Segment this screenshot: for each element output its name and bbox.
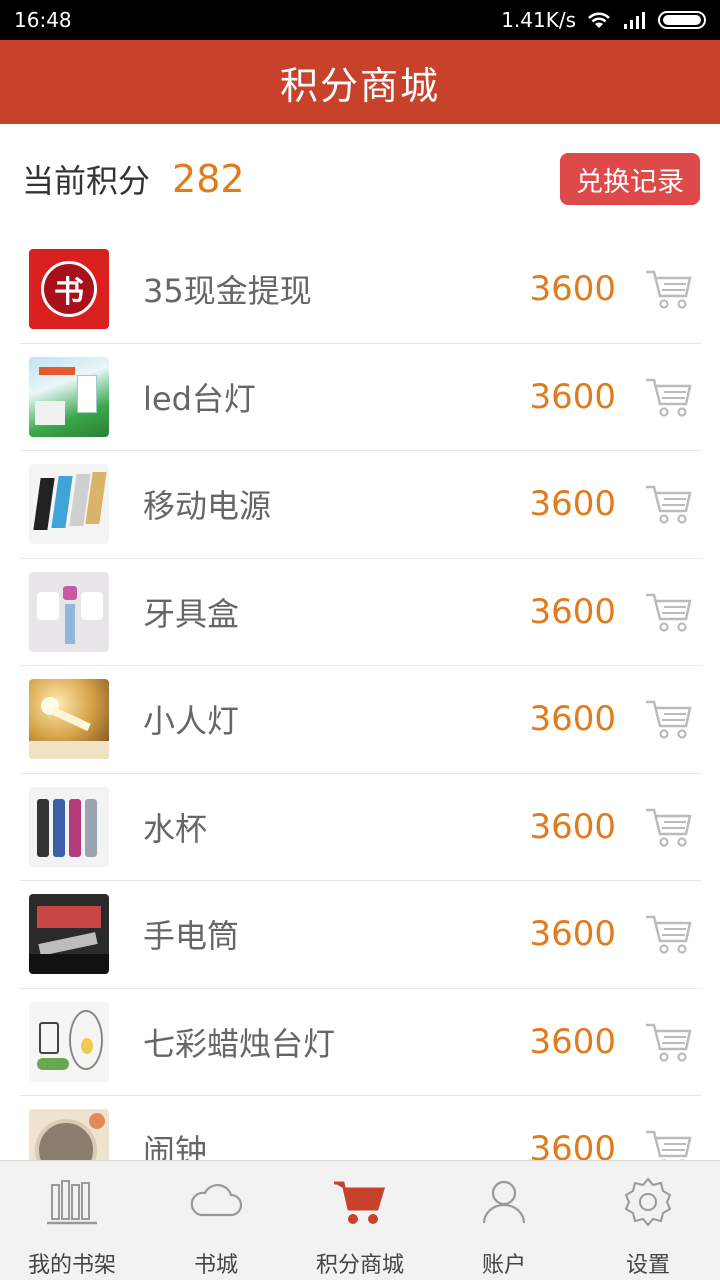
add-to-cart-icon[interactable] xyxy=(642,1015,696,1069)
product-price: 3600 xyxy=(529,376,616,417)
product-row[interactable]: 手电筒 3600 xyxy=(20,881,702,989)
product-row[interactable]: 牙具盒 3600 xyxy=(20,559,702,666)
add-to-cart-icon[interactable] xyxy=(642,370,696,424)
add-to-cart-icon[interactable] xyxy=(642,262,696,316)
figure-lamp-photo xyxy=(29,679,109,760)
product-name: 小人灯 xyxy=(143,702,240,741)
product-price: 3600 xyxy=(529,484,616,525)
product-row[interactable]: 七彩蜡烛台灯 3600 xyxy=(20,989,702,1096)
wifi-icon xyxy=(588,12,610,28)
product-price: 3600 xyxy=(529,1129,616,1160)
network-speed: 1.41K/s xyxy=(501,8,576,32)
battery-icon xyxy=(658,11,706,29)
cart-icon xyxy=(334,1181,386,1224)
alarm-clock-photo xyxy=(29,1109,109,1160)
status-time: 16:48 xyxy=(14,8,72,32)
water-bottle-photo xyxy=(29,786,109,867)
product-name: 水杯 xyxy=(143,809,208,848)
product-name: 七彩蜡烛台灯 xyxy=(143,1024,336,1063)
product-name: 牙具盒 xyxy=(143,594,240,633)
status-bar: 16:48 1.41K/s xyxy=(0,0,720,40)
power-bank-photo xyxy=(29,464,109,545)
tab-label: 积分商城 xyxy=(315,1253,404,1278)
product-row[interactable]: 移动电源 3600 xyxy=(20,451,702,559)
product-name: 移动电源 xyxy=(143,487,272,526)
tab-bookstore[interactable]: 书城 xyxy=(144,1161,288,1280)
signal-icon xyxy=(624,12,645,29)
product-list: 书 35现金提现 3600 led台灯 3600 移动电源 3600 牙具盒 3… xyxy=(20,236,702,1160)
app-header: 积分商城 xyxy=(0,40,720,124)
add-to-cart-icon[interactable] xyxy=(642,585,696,639)
bookshelf-icon xyxy=(47,1180,97,1225)
book-app-logo: 书 xyxy=(29,249,109,330)
points-summary: 当前积分 282 兑换记录 xyxy=(0,124,720,234)
bottom-tab-bar: 我的书架 书城 积分商城 账户 设置 xyxy=(0,1160,720,1280)
add-to-cart-icon[interactable] xyxy=(642,692,696,746)
led-lamp-photo xyxy=(29,356,109,437)
add-to-cart-icon[interactable] xyxy=(642,1122,696,1160)
product-price: 3600 xyxy=(529,806,616,847)
product-row[interactable]: 书 35现金提现 3600 xyxy=(20,236,702,344)
product-name: led台灯 xyxy=(143,379,256,418)
logo-char: 书 xyxy=(54,275,84,311)
product-row[interactable]: 小人灯 3600 xyxy=(20,666,702,774)
status-indicators: 1.41K/s xyxy=(501,8,706,32)
tab-settings[interactable]: 设置 xyxy=(576,1161,720,1280)
product-price: 3600 xyxy=(529,269,616,310)
points-value: 282 xyxy=(172,157,245,201)
tab-bookshelf[interactable]: 我的书架 xyxy=(0,1161,144,1280)
tab-label: 我的书架 xyxy=(27,1253,116,1278)
add-to-cart-icon[interactable] xyxy=(642,477,696,531)
toothbrush-box-photo xyxy=(29,571,109,652)
add-to-cart-icon[interactable] xyxy=(642,907,696,961)
flashlight-photo xyxy=(29,894,109,975)
tab-label: 书城 xyxy=(193,1253,238,1278)
candle-lamp-photo xyxy=(29,1001,109,1082)
product-price: 3600 xyxy=(529,591,616,632)
tab-account[interactable]: 账户 xyxy=(432,1161,576,1280)
product-price: 3600 xyxy=(529,699,616,740)
gear-icon xyxy=(624,1177,672,1227)
product-name: 手电筒 xyxy=(143,917,240,956)
exchange-history-button[interactable]: 兑换记录 xyxy=(560,153,700,205)
product-price: 3600 xyxy=(529,914,616,955)
add-to-cart-icon[interactable] xyxy=(642,800,696,854)
tab-points-mall[interactable]: 积分商城 xyxy=(288,1161,432,1280)
product-name: 闹钟 xyxy=(143,1132,208,1160)
product-row[interactable]: led台灯 3600 xyxy=(20,344,702,451)
points-label: 当前积分 xyxy=(22,162,151,200)
product-name: 35现金提现 xyxy=(143,272,312,311)
product-row[interactable]: 闹钟 3600 xyxy=(20,1096,702,1160)
cloud-icon xyxy=(190,1183,243,1217)
product-price: 3600 xyxy=(529,1021,616,1062)
product-row[interactable]: 水杯 3600 xyxy=(20,774,702,881)
tab-label: 账户 xyxy=(481,1253,526,1278)
tab-label: 设置 xyxy=(625,1253,670,1278)
user-icon xyxy=(482,1180,526,1224)
page-title: 积分商城 xyxy=(279,63,440,108)
